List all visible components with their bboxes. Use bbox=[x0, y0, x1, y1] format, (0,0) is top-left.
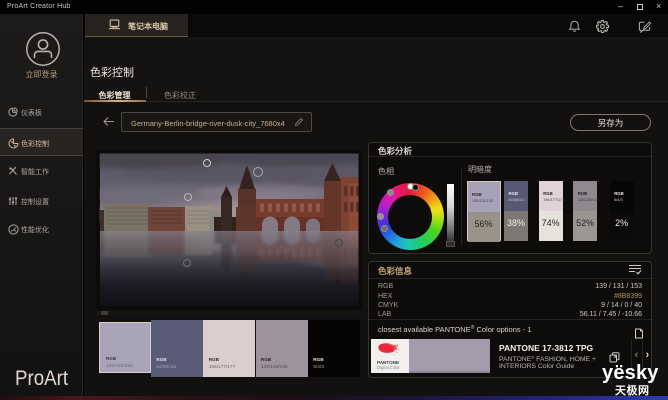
svg-text:Digital Color: Digital Color bbox=[377, 365, 400, 370]
